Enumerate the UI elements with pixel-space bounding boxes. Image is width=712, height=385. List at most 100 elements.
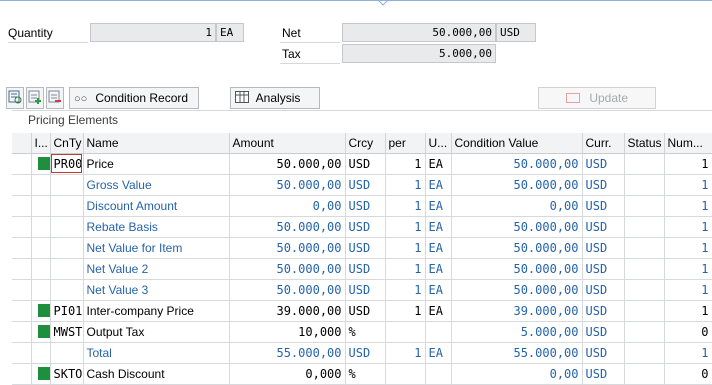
amount-cell[interactable]: 50.000,00 xyxy=(229,258,346,280)
name-cell[interactable]: Price xyxy=(83,153,230,175)
crcy-cell[interactable]: USD xyxy=(345,195,386,217)
crcy-cell[interactable]: USD xyxy=(345,342,386,364)
amount-cell[interactable]: 50.000,00 xyxy=(229,279,346,301)
row-selector[interactable] xyxy=(12,237,32,259)
col-header-condition-value[interactable]: Condition Value xyxy=(451,133,583,154)
cnty-cell[interactable]: PI01 xyxy=(50,300,84,322)
name-cell[interactable]: Net Value for Item xyxy=(83,237,230,259)
crcy-cell[interactable]: USD xyxy=(345,279,386,301)
cnty-cell[interactable] xyxy=(50,342,84,364)
uom-cell[interactable]: EA xyxy=(425,237,452,259)
col-header-crcy[interactable]: Crcy xyxy=(345,133,386,154)
uom-cell[interactable]: EA xyxy=(425,279,452,301)
col-header-status[interactable]: Status xyxy=(624,133,665,154)
uom-cell[interactable]: EA xyxy=(425,153,452,175)
uom-cell[interactable]: EA xyxy=(425,300,452,322)
crcy-cell[interactable]: USD xyxy=(345,216,386,238)
table-row[interactable]: Rebate Basis 50.000,00 USD 1 EA 50.000,00 USD 1 xyxy=(12,216,712,238)
per-cell[interactable]: 1 xyxy=(385,237,426,259)
crcy-cell[interactable]: % xyxy=(345,321,386,343)
amount-cell[interactable]: 39.000,00 xyxy=(229,300,346,322)
uom-cell[interactable]: EA xyxy=(425,174,452,196)
amount-cell[interactable]: 50.000,00 xyxy=(229,237,346,259)
uom-cell[interactable]: EA xyxy=(425,342,452,364)
row-selector-header[interactable] xyxy=(12,133,32,154)
insert-row-button[interactable] xyxy=(26,87,44,109)
row-selector[interactable] xyxy=(12,174,32,196)
row-selector[interactable] xyxy=(12,195,32,217)
col-header-name[interactable]: Name xyxy=(83,133,230,154)
per-cell[interactable]: 1 xyxy=(385,153,426,175)
table-row[interactable]: PR00 Price 50.000,00 USD 1 EA 50.000,00 USD 1 xyxy=(12,153,712,175)
cnty-cell[interactable] xyxy=(50,216,84,238)
name-cell[interactable]: Output Tax xyxy=(83,321,230,343)
per-cell[interactable]: 1 xyxy=(385,342,426,364)
table-row[interactable]: Net Value 3 50.000,00 USD 1 EA 50.000,00 USD 1 xyxy=(12,279,712,301)
col-header-per[interactable]: per xyxy=(385,133,426,154)
amount-cell[interactable]: 50.000,00 xyxy=(229,174,346,196)
col-header-cnty[interactable]: CnTy xyxy=(50,133,84,154)
per-cell[interactable]: 1 xyxy=(385,216,426,238)
col-header-num[interactable]: Num... xyxy=(664,133,712,154)
select-details-button[interactable] xyxy=(6,87,24,109)
uom-cell[interactable]: EA xyxy=(425,216,452,238)
cnty-cell[interactable] xyxy=(50,195,84,217)
table-row[interactable]: Net Value for Item 50.000,00 USD 1 EA 50.000,… xyxy=(12,237,712,259)
cnty-cell[interactable]: PR00 xyxy=(50,153,84,175)
col-header-uom[interactable]: U... xyxy=(425,133,452,154)
row-selector[interactable] xyxy=(12,279,32,301)
crcy-cell[interactable]: USD xyxy=(345,237,386,259)
uom-cell[interactable]: EA xyxy=(425,195,452,217)
table-row[interactable]: SKTO Cash Discount 0,000% 0,00 USD 0 xyxy=(12,362,712,385)
amount-cell[interactable]: 50.000,00 xyxy=(229,153,346,175)
crcy-cell[interactable]: USD xyxy=(345,300,386,322)
per-cell[interactable]: 1 xyxy=(385,174,426,196)
per-cell[interactable] xyxy=(384,362,426,385)
col-header-amount[interactable]: Amount xyxy=(229,133,346,154)
analysis-button[interactable]: Analysis xyxy=(230,87,320,109)
uom-cell[interactable] xyxy=(424,362,452,385)
cnty-cell[interactable] xyxy=(50,279,84,301)
cnty-cell[interactable]: MWST xyxy=(50,321,84,343)
amount-cell[interactable]: 10,000 xyxy=(229,321,346,343)
name-cell[interactable]: Inter-company Price xyxy=(83,300,230,322)
per-cell[interactable]: 1 xyxy=(385,258,426,280)
row-selector[interactable] xyxy=(12,300,32,322)
crcy-cell[interactable]: USD xyxy=(345,258,386,280)
table-row[interactable]: Total 55.000,00 USD 1 EA 55.000,00 USD 1 xyxy=(12,342,712,364)
row-selector[interactable] xyxy=(12,321,32,343)
row-selector[interactable] xyxy=(12,153,32,175)
table-row[interactable]: Discount Amount 0,00 USD 1 EA 0,00 USD 1 xyxy=(12,195,712,217)
name-cell[interactable]: Net Value 2 xyxy=(83,258,230,280)
col-header-icon[interactable]: I... xyxy=(31,133,51,154)
per-cell[interactable]: 1 xyxy=(385,195,426,217)
row-selector[interactable] xyxy=(12,258,32,280)
per-cell[interactable]: 1 xyxy=(385,279,426,301)
name-cell[interactable]: Gross Value xyxy=(83,174,230,196)
amount-cell[interactable]: 0,00 xyxy=(229,195,346,217)
row-selector[interactable] xyxy=(12,363,32,385)
table-row[interactable]: MWST Output Tax 10,000% 5.000,00 USD 0 xyxy=(12,320,712,343)
uom-cell[interactable] xyxy=(424,320,452,343)
name-cell[interactable]: Net Value 3 xyxy=(83,279,230,301)
table-row[interactable]: Gross Value 50.000,00 USD 1 EA 50.000,00 USD 1 xyxy=(12,174,712,196)
row-selector[interactable] xyxy=(12,216,32,238)
table-row[interactable]: PI01 Inter-company Price 39.000,00 USD 1 EA 39… xyxy=(12,300,712,322)
crcy-cell[interactable]: USD xyxy=(345,153,386,175)
amount-cell[interactable]: 0,000 xyxy=(229,363,346,385)
name-cell[interactable]: Discount Amount xyxy=(83,195,230,217)
per-cell[interactable]: 1 xyxy=(385,300,426,322)
cnty-cell[interactable] xyxy=(50,174,84,196)
condition-record-button[interactable]: ○○ Condition Record xyxy=(69,87,199,109)
amount-cell[interactable]: 55.000,00 xyxy=(229,342,346,364)
name-cell[interactable]: Cash Discount xyxy=(83,363,230,385)
crcy-cell[interactable]: % xyxy=(345,363,386,385)
crcy-cell[interactable]: USD xyxy=(345,174,386,196)
col-header-curr[interactable]: Curr. xyxy=(582,133,625,154)
per-cell[interactable] xyxy=(384,320,426,343)
name-cell[interactable]: Total xyxy=(83,342,230,364)
name-cell[interactable]: Rebate Basis xyxy=(83,216,230,238)
cnty-cell[interactable] xyxy=(50,237,84,259)
row-selector[interactable] xyxy=(12,342,32,364)
cnty-cell[interactable]: SKTO xyxy=(50,363,84,385)
